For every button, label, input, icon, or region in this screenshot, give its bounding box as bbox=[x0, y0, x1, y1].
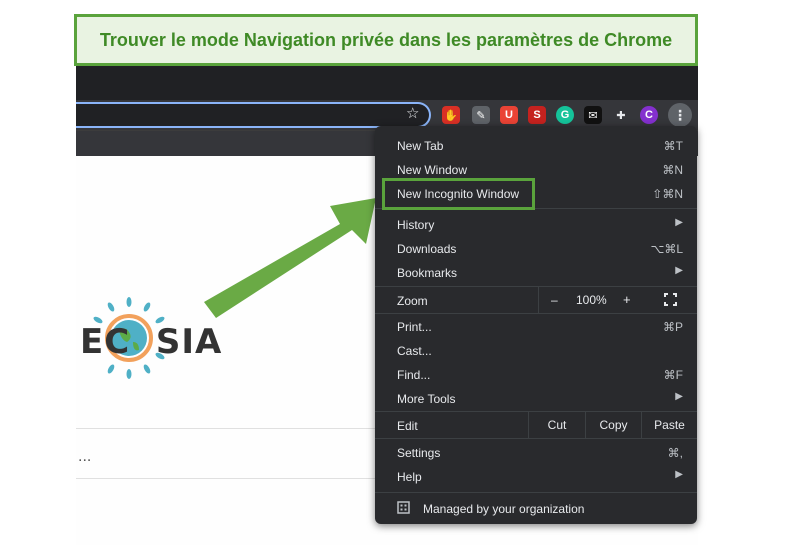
menu-item-managed[interactable]: Managed by your organization bbox=[375, 496, 697, 522]
shortcut-label: ⇧⌘N bbox=[652, 187, 683, 201]
menu-item-label: New Window bbox=[397, 163, 468, 177]
puzzle-ext-icon[interactable]: ✚ bbox=[612, 106, 630, 124]
menu-item-label: Bookmarks bbox=[397, 266, 458, 280]
submenu-arrow-icon: ▶ bbox=[675, 391, 683, 402]
building-icon bbox=[397, 501, 410, 514]
s-ext-icon[interactable]: S bbox=[528, 106, 546, 124]
kebab-menu-icon[interactable]: ⋮ bbox=[668, 103, 692, 127]
caption-banner: Trouver le mode Navigation privée dans l… bbox=[74, 14, 698, 66]
submenu-arrow-icon: ▶ bbox=[675, 469, 683, 480]
shortcut-label: ⌘T bbox=[663, 139, 683, 153]
paste-button[interactable]: Paste bbox=[641, 412, 697, 438]
menu-item-label: Downloads bbox=[397, 242, 457, 256]
shortcut-label: ⌥⌘L bbox=[650, 242, 683, 256]
edit-row: Edit Cut Copy Paste bbox=[375, 412, 697, 438]
arrow-icon bbox=[204, 198, 376, 318]
menu-item-label: Settings bbox=[397, 446, 441, 460]
menu-item-downloads[interactable]: Downloads ⌥⌘L bbox=[375, 236, 697, 260]
profile-avatar-icon[interactable]: C bbox=[640, 106, 658, 124]
zoom-in-button[interactable]: + bbox=[623, 292, 631, 307]
menu-divider bbox=[375, 438, 697, 439]
shortcut-label: ⌘, bbox=[667, 446, 683, 460]
menu-item-cast[interactable]: Cast... bbox=[375, 338, 697, 362]
menu-item-help[interactable]: Help ▶ bbox=[375, 464, 697, 488]
menu-item-print[interactable]: Print... ⌘P bbox=[375, 314, 697, 338]
edit-ext-icon[interactable]: ✎ bbox=[472, 106, 490, 124]
menu-item-label: Print... bbox=[397, 320, 432, 334]
incognito-highlight-box bbox=[382, 178, 535, 210]
menu-item-label: More Tools bbox=[397, 392, 456, 406]
menu-item-label: New Tab bbox=[397, 139, 444, 153]
shortcut-label: ⌘P bbox=[662, 320, 683, 334]
cut-button[interactable]: Cut bbox=[528, 412, 585, 438]
zoom-label: Zoom bbox=[397, 294, 428, 308]
menu-item-more-tools[interactable]: More Tools ▶ bbox=[375, 386, 697, 410]
bookmark-star-icon[interactable]: ☆ bbox=[406, 104, 419, 122]
edit-label: Edit bbox=[397, 419, 418, 433]
tab-strip bbox=[76, 66, 698, 100]
envelope-ext-icon[interactable]: ✉ bbox=[584, 106, 602, 124]
copy-button[interactable]: Copy bbox=[585, 412, 641, 438]
submenu-arrow-icon: ▶ bbox=[675, 217, 683, 228]
managed-label: Managed by your organization bbox=[423, 502, 585, 516]
u-ext-icon[interactable]: U bbox=[500, 106, 518, 124]
menu-item-label: Cast... bbox=[397, 344, 432, 358]
menu-item-label: History bbox=[397, 218, 435, 232]
ellipsis-text: ... bbox=[78, 448, 92, 465]
menu-item-label: Find... bbox=[397, 368, 431, 382]
menu-divider bbox=[375, 492, 697, 493]
zoom-out-button[interactable]: – bbox=[551, 293, 558, 307]
address-bar[interactable] bbox=[76, 102, 431, 128]
grammarly-ext-icon[interactable]: G bbox=[556, 106, 574, 124]
zoom-controls: – 100% + bbox=[538, 287, 697, 313]
menu-item-bookmarks[interactable]: Bookmarks ▶ bbox=[375, 260, 697, 284]
zoom-level: 100% bbox=[576, 293, 607, 307]
divider-line bbox=[76, 478, 376, 479]
shield-ext-icon[interactable]: ✋ bbox=[442, 106, 460, 124]
submenu-arrow-icon: ▶ bbox=[675, 265, 683, 276]
divider-line bbox=[76, 428, 376, 429]
shortcut-label: ⌘N bbox=[662, 163, 683, 177]
menu-item-settings[interactable]: Settings ⌘, bbox=[375, 440, 697, 464]
zoom-row: Zoom – 100% + bbox=[375, 287, 697, 313]
shortcut-label: ⌘F bbox=[663, 368, 683, 382]
menu-item-history[interactable]: History ▶ bbox=[375, 212, 697, 236]
fullscreen-icon[interactable] bbox=[664, 293, 677, 306]
menu-item-new-tab[interactable]: New Tab ⌘T bbox=[375, 133, 697, 157]
menu-item-label: Help bbox=[397, 470, 422, 484]
menu-item-find[interactable]: Find... ⌘F bbox=[375, 362, 697, 386]
